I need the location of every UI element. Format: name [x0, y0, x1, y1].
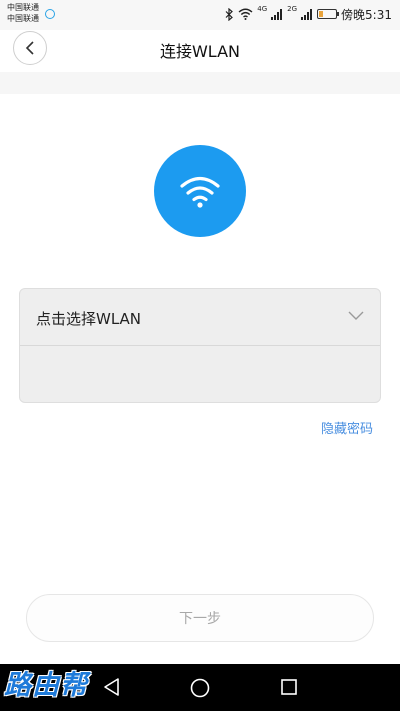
wifi-badge	[154, 145, 246, 237]
hide-password-link[interactable]: 隐藏密码	[321, 418, 373, 437]
wifi-icon	[180, 176, 220, 208]
hd-call-icon	[45, 9, 55, 19]
status-icons: 4G 2G 傍晚5:31	[225, 5, 392, 23]
carrier-2: 中国联通	[7, 14, 39, 23]
bluetooth-icon	[225, 7, 234, 21]
back-triangle-icon	[104, 678, 119, 696]
wlan-select[interactable]: 点击选择WLAN	[20, 289, 380, 346]
nav-home-button[interactable]	[189, 677, 211, 699]
next-button[interactable]: 下一步	[26, 594, 374, 642]
watermark-logo: 路由帮	[4, 670, 88, 701]
page-title: 连接WLAN	[159, 42, 241, 61]
navigation-bar: 路由帮	[0, 664, 400, 711]
carrier-1: 中国联通	[7, 3, 39, 12]
wlan-form: 点击选择WLAN	[19, 288, 381, 403]
home-circle-icon	[190, 678, 210, 698]
status-time: 傍晚5:31	[341, 7, 392, 22]
network-type-2: 2G	[287, 4, 298, 13]
battery-level	[319, 11, 324, 17]
header: 连接WLAN	[0, 30, 400, 72]
chevron-down-icon	[348, 311, 364, 320]
signal-icon-2	[301, 8, 313, 20]
battery-icon	[317, 9, 340, 19]
nav-recent-button[interactable]	[279, 677, 299, 697]
nav-back-button[interactable]	[102, 677, 120, 697]
carrier-info: 中国联通 中国联通	[7, 2, 39, 24]
wlan-select-label: 点击选择WLAN	[36, 310, 142, 328]
network-type-1: 4G	[257, 4, 268, 13]
signal-icon-1	[271, 8, 283, 20]
recent-square-icon	[281, 679, 297, 695]
status-bar: 中国联通 中国联通 4G 2G 傍晚5:31	[0, 0, 400, 30]
wifi-status-icon	[238, 8, 253, 20]
header-divider	[0, 72, 400, 94]
password-input[interactable]	[20, 346, 380, 402]
